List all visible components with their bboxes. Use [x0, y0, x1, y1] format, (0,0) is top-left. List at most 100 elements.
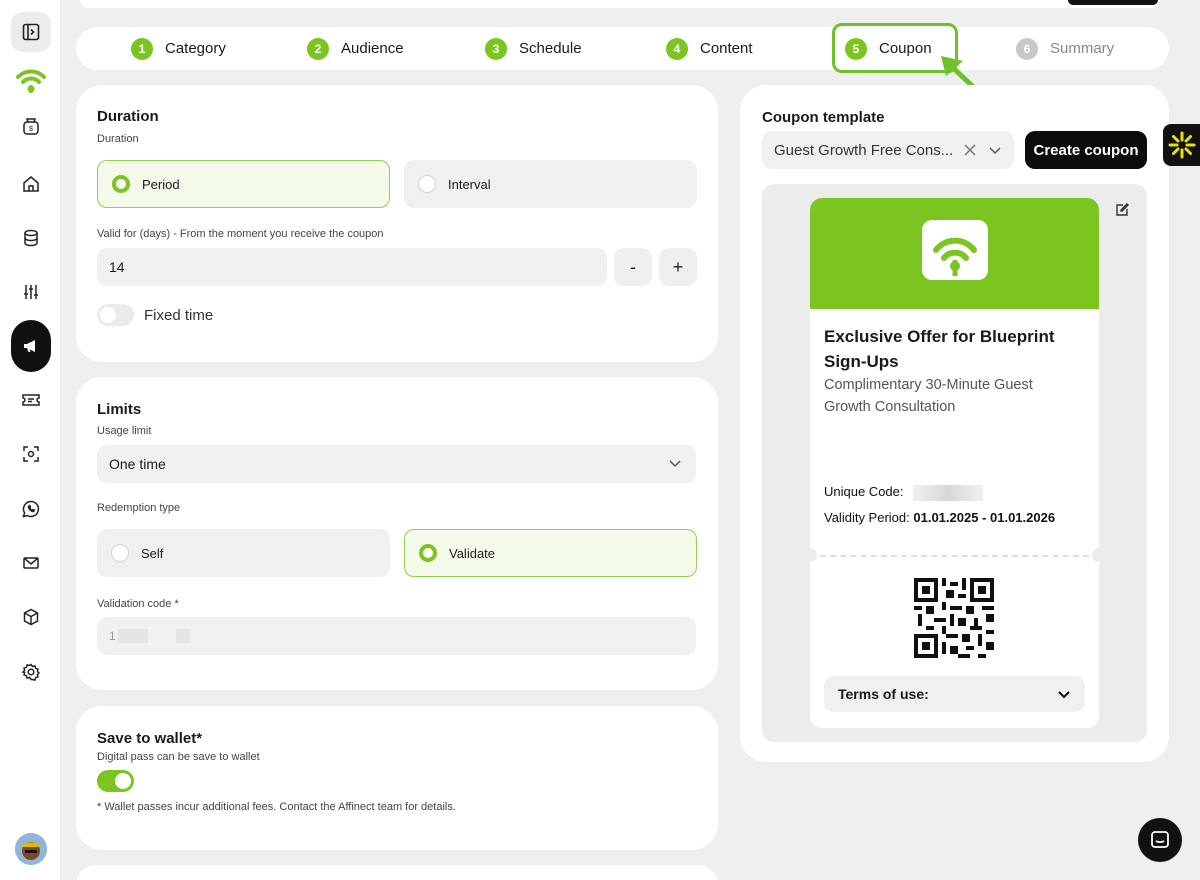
- megaphone-icon: [24, 340, 35, 352]
- redacted-block: [175, 629, 190, 643]
- wallet-toggle[interactable]: [97, 770, 134, 792]
- chevron-down-icon: [1058, 691, 1070, 699]
- step-label: Content: [700, 40, 753, 57]
- duration-card: Duration Duration Period Interval Valid …: [76, 85, 718, 362]
- chat-support-button[interactable]: [1138, 818, 1182, 862]
- chevron-down-icon[interactable]: [988, 143, 1002, 157]
- create-coupon-button[interactable]: Create coupon: [1025, 131, 1147, 169]
- edit-icon[interactable]: [1114, 202, 1130, 218]
- radio-unselected-icon: [111, 544, 129, 562]
- fixed-time-toggle[interactable]: [97, 304, 134, 326]
- radio-selected-icon: [112, 175, 130, 193]
- increment-button[interactable]: +: [659, 248, 697, 286]
- coupon-subtitle: Complimentary 30-Minute Guest Growth Con…: [824, 377, 1033, 415]
- wifi-logo-icon: [16, 69, 46, 93]
- self-option[interactable]: Self: [97, 529, 390, 577]
- period-option[interactable]: Period: [97, 160, 390, 208]
- sparkle-icon: [1168, 131, 1195, 159]
- top-bar: [80, 0, 1160, 8]
- step-summary[interactable]: 6 Summary: [1016, 27, 1114, 70]
- valid-days-input[interactable]: 14: [97, 248, 607, 286]
- home-icon: [23, 176, 39, 192]
- gear-icon: [21, 663, 41, 682]
- coupon-logo: [922, 220, 988, 280]
- sidebar-item-database[interactable]: [11, 218, 51, 258]
- step-number: 4: [666, 37, 688, 60]
- interval-option[interactable]: Interval: [404, 160, 697, 208]
- step-number: 3: [485, 37, 507, 60]
- clear-icon[interactable]: [963, 143, 977, 157]
- coupon-template-label: Coupon template: [762, 109, 885, 126]
- step-label: Schedule: [519, 40, 582, 57]
- wallet-fee-note: * Wallet passes incur additional fees. C…: [97, 801, 456, 813]
- terms-of-use-accordion[interactable]: Terms of use:: [824, 676, 1085, 712]
- sidebar: $: [0, 0, 61, 880]
- wallet-card: Save to wallet* Digital pass can be save…: [76, 706, 718, 850]
- ticket-icon: [22, 394, 40, 406]
- usage-limit-select[interactable]: One time: [97, 445, 696, 483]
- sidebar-toggle-icon: [22, 23, 40, 41]
- validity-row: Validity Period: 01.01.2025 - 01.01.2026: [824, 510, 1055, 525]
- coupon-template-value: Guest Growth Free Cons...: [774, 141, 954, 159]
- redemption-type-label: Redemption type: [97, 502, 181, 514]
- sidebar-item-scan[interactable]: [11, 434, 51, 474]
- step-schedule[interactable]: 3 Schedule: [485, 27, 582, 70]
- avatar[interactable]: [15, 833, 47, 865]
- redacted-code: [913, 484, 984, 501]
- coupon-template-select[interactable]: Guest Growth Free Cons...: [762, 131, 1014, 169]
- wizard-stepper: 1 Category 2 Audience 3 Schedule 4 Conte…: [76, 27, 1169, 70]
- sidebar-item-payments[interactable]: $: [11, 106, 51, 146]
- validity-label: Validity Period:: [824, 510, 910, 525]
- chat-icon: [1151, 831, 1169, 848]
- decrement-button[interactable]: -: [614, 248, 652, 286]
- scan-icon: [23, 446, 39, 462]
- coupon-header: [810, 198, 1099, 309]
- sidebar-item-whatsapp[interactable]: [11, 489, 51, 529]
- interval-label: Interval: [448, 176, 491, 192]
- wallet-title: Save to wallet*: [97, 730, 203, 747]
- sidebar-item-home[interactable]: [11, 164, 51, 204]
- step-category[interactable]: 1 Category: [131, 27, 226, 70]
- duration-sublabel: Duration: [97, 133, 139, 145]
- usage-limit-label: Usage limit: [97, 425, 152, 437]
- top-action-button[interactable]: [1068, 0, 1158, 5]
- step-label: Category: [165, 40, 226, 57]
- coupon-preview: Exclusive Offer for Blueprint Sign-Ups C…: [803, 198, 1106, 728]
- cube-icon: [23, 608, 39, 626]
- self-label: Self: [141, 545, 164, 561]
- validation-code-value: 1: [109, 629, 116, 643]
- step-audience[interactable]: 2 Audience: [307, 27, 404, 70]
- assistant-badge[interactable]: [1163, 124, 1200, 166]
- coupon-divider: [810, 555, 1099, 557]
- coupon-notch-left: [803, 548, 817, 562]
- validation-code-input[interactable]: 1: [97, 617, 696, 655]
- brand-logo[interactable]: [11, 60, 51, 100]
- fixed-time-label: Fixed time: [144, 307, 214, 324]
- valid-days-label: Valid for (days) - From the moment you r…: [97, 228, 384, 240]
- sidebar-item-coupons[interactable]: [11, 380, 51, 420]
- next-card: [76, 865, 718, 880]
- step-number: 6: [1016, 37, 1038, 60]
- redacted-block: [117, 629, 148, 643]
- step-label: Summary: [1050, 40, 1115, 57]
- limits-card: Limits Usage limit One time Redemption t…: [76, 377, 718, 690]
- coupon-notch-right: [1092, 548, 1106, 562]
- database-icon: [24, 229, 38, 247]
- validate-option[interactable]: Validate: [404, 529, 697, 577]
- sidebar-item-products[interactable]: [11, 597, 51, 637]
- step-number: 2: [307, 37, 329, 60]
- sliders-icon: [24, 285, 38, 299]
- sidebar-item-settings-sliders[interactable]: [11, 272, 51, 312]
- limits-title: Limits: [97, 401, 142, 418]
- step-content[interactable]: 4 Content: [666, 27, 753, 70]
- sidebar-item-settings[interactable]: [11, 652, 51, 692]
- sidebar-item-campaigns[interactable]: [11, 320, 51, 372]
- usage-limit-value: One time: [109, 456, 166, 472]
- sidebar-toggle-button[interactable]: [11, 12, 51, 52]
- qr-code-icon: [914, 578, 994, 658]
- sidebar-item-email[interactable]: [11, 543, 51, 583]
- validation-code-label: Validation code *: [97, 598, 179, 610]
- validity-value: 01.01.2025 - 01.01.2026: [913, 510, 1056, 525]
- radio-unselected-icon: [418, 175, 436, 193]
- unique-code-row: Unique Code:: [824, 484, 984, 501]
